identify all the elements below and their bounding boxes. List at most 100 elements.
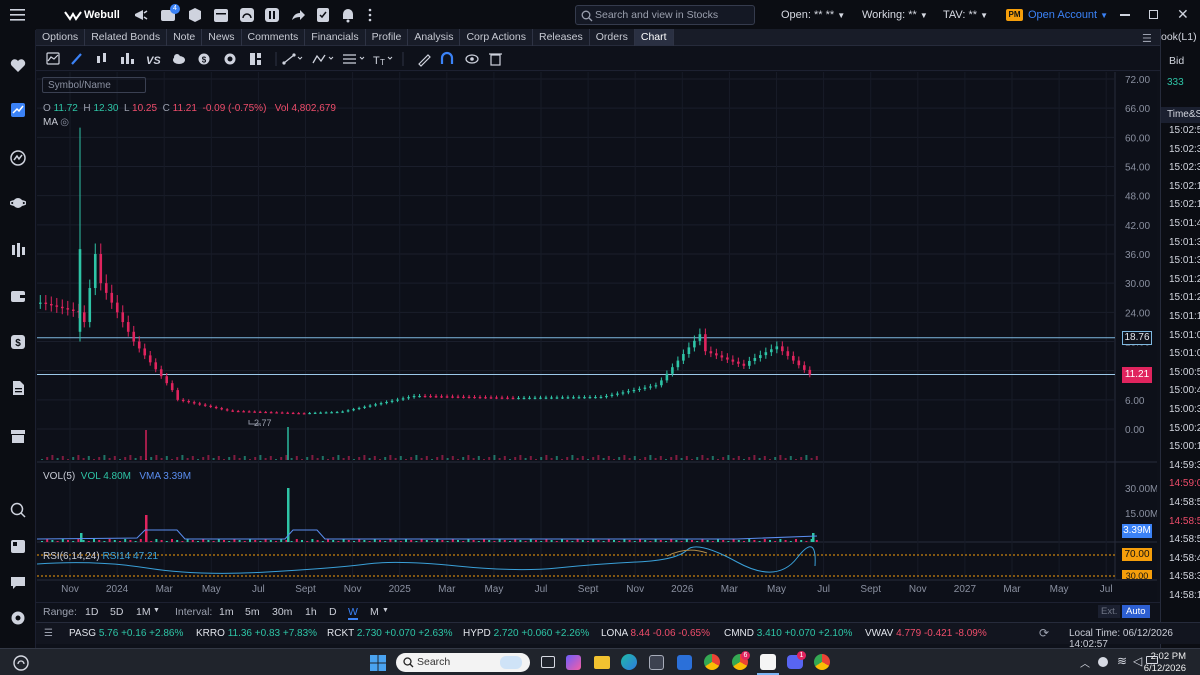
interval-1m[interactable]: 1m bbox=[219, 606, 234, 618]
ma-indicator-label[interactable]: MA ◎ bbox=[43, 117, 69, 128]
markets-icon[interactable] bbox=[10, 150, 26, 169]
interval-w[interactable]: W bbox=[348, 606, 358, 620]
range-1m[interactable]: 1M bbox=[136, 606, 151, 618]
ticker-item-vwav[interactable]: VWAV 4.779 -0.421 -8.09% bbox=[865, 628, 987, 639]
pattern-tool-icon[interactable] bbox=[312, 54, 334, 64]
brush-tool-icon[interactable] bbox=[71, 53, 82, 65]
chrome-icon[interactable] bbox=[704, 654, 720, 670]
wallet-icon[interactable] bbox=[10, 289, 26, 306]
auto-scale-toggle[interactable]: Auto bbox=[1122, 605, 1150, 618]
fibonacci-tool-icon[interactable] bbox=[343, 54, 365, 64]
ticker-item-lona[interactable]: LONA 8.44 -0.06 -0.65% bbox=[601, 628, 710, 639]
eye-visibility-icon[interactable] bbox=[465, 54, 479, 64]
ticker-item-rckt[interactable]: RCKT 2.730 +0.070 +2.63% bbox=[327, 628, 453, 639]
grid-icon[interactable] bbox=[264, 7, 280, 26]
edge-browser-icon[interactable] bbox=[621, 654, 637, 670]
badge-circle-icon[interactable] bbox=[224, 53, 236, 65]
panel-layout-icon[interactable] bbox=[250, 53, 261, 65]
tab-comments[interactable]: Comments bbox=[242, 28, 306, 46]
watchlist-heart-icon[interactable] bbox=[10, 58, 26, 76]
taskbar-clock-date[interactable]: 6/12/2026 bbox=[1140, 663, 1186, 674]
chevron-up-icon[interactable]: ︿ bbox=[1080, 655, 1090, 670]
weather-widget-icon[interactable] bbox=[12, 654, 30, 675]
stock-search-input[interactable]: Search and view in Stocks bbox=[575, 5, 755, 25]
archive-icon[interactable] bbox=[10, 428, 26, 447]
gauge-icon[interactable] bbox=[239, 7, 255, 26]
price-chart-svg[interactable]: 72.00 66.00 60.00 54.00 48.00 42.00 36.00 30.00… bbox=[37, 72, 1157, 602]
ticker-item-pasg[interactable]: PASG 5.76 +0.16 +2.86% bbox=[69, 628, 183, 639]
calendar-icon[interactable] bbox=[213, 7, 229, 26]
range-dropdown-icon[interactable]: ▼ bbox=[153, 607, 160, 614]
tab-options[interactable]: Options bbox=[36, 28, 86, 46]
share-arrow-icon[interactable] bbox=[290, 7, 306, 26]
refresh-icon[interactable]: ⟳ bbox=[1039, 626, 1049, 640]
ticker-item-cmnd[interactable]: CMND 3.410 +0.070 +2.10% bbox=[724, 628, 852, 639]
interval-m[interactable]: M bbox=[370, 606, 379, 618]
wifi-icon[interactable]: ≋ bbox=[1117, 654, 1127, 668]
chart-nav-icon[interactable] bbox=[10, 102, 26, 121]
cloud-icon[interactable] bbox=[173, 54, 185, 64]
order-book-title[interactable]: ook(L1) bbox=[1161, 31, 1197, 43]
range-5d[interactable]: 5D bbox=[110, 606, 123, 618]
symbol-search-input[interactable]: Symbol/Name bbox=[42, 77, 146, 93]
tab-corp-actions[interactable]: Corp Actions bbox=[460, 28, 533, 46]
trendline-tool-icon[interactable] bbox=[282, 53, 303, 65]
eye-hidden-icon[interactable]: ◎ bbox=[60, 117, 69, 128]
outlook-icon[interactable] bbox=[677, 655, 692, 670]
minimize-icon[interactable] bbox=[1120, 14, 1130, 16]
interval-d[interactable]: D bbox=[329, 606, 337, 618]
dollar-circle-icon[interactable]: $ bbox=[198, 53, 210, 65]
chart-area[interactable]: 72.00 66.00 60.00 54.00 48.00 42.00 36.00 30.00… bbox=[37, 72, 1157, 602]
tab-orders[interactable]: Orders bbox=[590, 28, 635, 46]
ticker-menu-icon[interactable]: ☰ bbox=[44, 628, 53, 639]
tray-app-icon[interactable] bbox=[1098, 657, 1108, 667]
interval-30m[interactable]: 30m bbox=[272, 606, 292, 618]
bell-icon[interactable] bbox=[340, 7, 356, 26]
taskbar-clock-time[interactable]: 2:02 PM bbox=[1150, 651, 1186, 662]
bar-chart-icon[interactable] bbox=[121, 53, 134, 64]
magnet-tool-icon[interactable] bbox=[440, 51, 454, 64]
chat-search-icon[interactable] bbox=[10, 502, 26, 521]
text-tool-icon[interactable]: TT bbox=[373, 55, 393, 67]
extended-hours-toggle[interactable]: Ext. bbox=[1098, 605, 1121, 618]
tab-analysis[interactable]: Analysis bbox=[408, 28, 461, 46]
box-icon[interactable] bbox=[187, 7, 203, 26]
restore-icon[interactable] bbox=[1149, 10, 1158, 19]
tab-releases[interactable]: Releases bbox=[533, 28, 590, 46]
interval-1h[interactable]: 1h bbox=[305, 606, 317, 618]
calendar-book-icon[interactable] bbox=[10, 538, 26, 557]
open-account-link[interactable]: Open Account ▼ bbox=[1028, 0, 1108, 30]
area-chart-icon[interactable] bbox=[46, 52, 60, 65]
checklist-icon[interactable] bbox=[315, 7, 331, 26]
dollar-account-icon[interactable]: $ bbox=[10, 334, 26, 353]
more-vertical-icon[interactable] bbox=[367, 7, 373, 26]
ticker-item-krro[interactable]: KRRO 11.36 +0.83 +7.83% bbox=[196, 628, 317, 639]
settings-gear-icon[interactable] bbox=[10, 610, 26, 629]
file-explorer-icon[interactable] bbox=[594, 656, 610, 669]
interval-dropdown-icon[interactable]: ▼ bbox=[382, 607, 389, 614]
planet-icon[interactable] bbox=[9, 195, 27, 214]
tab-chart[interactable]: Chart bbox=[634, 28, 674, 46]
store-icon[interactable] bbox=[649, 655, 664, 670]
copilot-icon[interactable] bbox=[566, 655, 581, 670]
ticker-item-hypd[interactable]: HYPD 2.720 +0.060 +2.26% bbox=[463, 628, 589, 639]
task-view-icon[interactable] bbox=[541, 656, 555, 668]
message-icon[interactable] bbox=[10, 575, 26, 594]
tab-note[interactable]: Note bbox=[167, 28, 203, 46]
vs-compare-icon[interactable]: VS bbox=[146, 55, 161, 67]
pencil-tool-icon[interactable] bbox=[418, 54, 431, 67]
megaphone-icon[interactable] bbox=[133, 7, 149, 26]
chrome-alt-icon[interactable] bbox=[814, 654, 830, 670]
tab-profile[interactable]: Profile bbox=[366, 28, 409, 46]
tab-financials[interactable]: Financials bbox=[305, 28, 366, 46]
tab-related-bonds[interactable]: Related Bonds bbox=[85, 28, 168, 46]
hamburger-menu-icon[interactable] bbox=[10, 9, 26, 24]
taskbar-search-input[interactable]: Search bbox=[396, 653, 530, 672]
document-icon[interactable] bbox=[10, 380, 26, 399]
list-toggle-icon[interactable]: ☰ bbox=[1142, 32, 1152, 45]
tab-news[interactable]: News bbox=[202, 28, 242, 46]
candles-icon[interactable] bbox=[97, 53, 106, 63]
tav-label[interactable]: TAV: ** ▼ bbox=[943, 0, 988, 30]
open-orders-label[interactable]: Open: ** ** ▼ bbox=[781, 0, 845, 30]
range-1d[interactable]: 1D bbox=[85, 606, 98, 618]
